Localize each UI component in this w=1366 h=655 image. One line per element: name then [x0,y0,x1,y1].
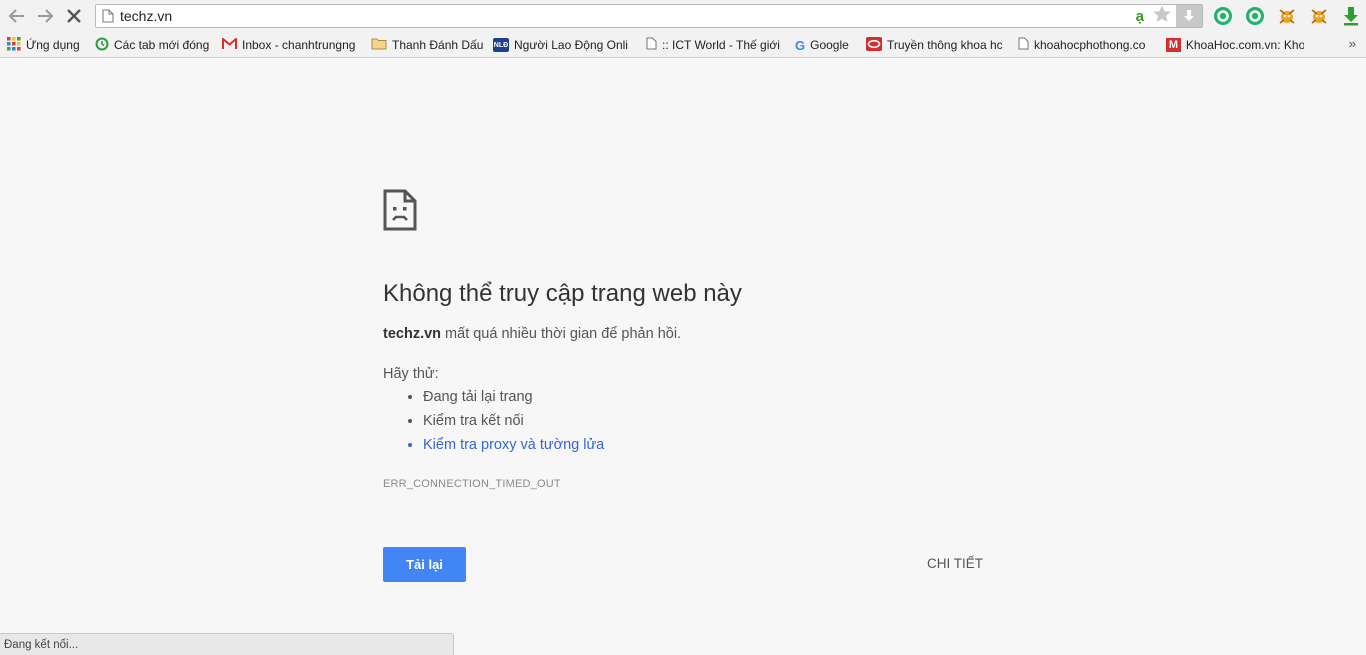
bookmark-apps[interactable]: Ứng dụng [7,36,87,54]
suggestion-list: Đang tải lại trang Kiểm tra kết nối Kiểm… [383,389,604,461]
bookmarks-bar: Ứng dụng Các tab mới đóng Inbox - chanht… [0,32,1366,58]
suggestion-check-connection: Kiểm tra kết nối [423,413,604,437]
suggestion-check-proxy-link[interactable]: Kiểm tra proxy và tường lửa [423,437,604,461]
bookmark-khoahocphothong[interactable]: khoahocphothong.co [1018,36,1154,54]
error-description: techz.vn mất quá nhiều thời gian để phản… [383,326,681,342]
error-code: ERR_CONNECTION_TIMED_OUT [383,478,561,490]
download-arrow-icon[interactable] [1340,5,1361,26]
sad-page-icon [383,189,417,236]
google-icon: G [795,37,806,53]
star-icon[interactable] [1152,4,1172,29]
suggestion-reload: Đang tải lại trang [423,389,604,413]
status-bar: Đang kết nối... [0,633,454,655]
extension-green-a2-icon[interactable] [1244,5,1265,26]
bookmark-truyen-thong[interactable]: Truyền thông khoa hc [866,36,1004,54]
page-icon [1018,37,1029,53]
error-title: Không thể truy cập trang web này [383,280,742,307]
bookmarks-overflow-button[interactable]: » [1349,36,1356,51]
gmail-icon [222,36,237,53]
history-icon [95,37,109,54]
extension-green-a-icon[interactable] [1212,5,1233,26]
bookmark-khoahoc[interactable]: M KhoaHoc.com.vn: Kho [1166,36,1304,54]
bookmark-folder[interactable]: Thanh Đánh Dấu [371,36,486,54]
nld-icon: NLĐ [493,38,509,52]
bookmark-google[interactable]: G Google [795,36,857,54]
back-arrow-icon[interactable] [7,6,27,26]
try-label: Hãy thử: [383,366,439,382]
bookmark-nld[interactable]: NLĐ Người Lao Động Onli [493,36,631,54]
extension-bug2-icon[interactable] [1308,5,1329,26]
error-message: mất quá nhiều thời gian để phản hồi. [445,326,682,342]
folder-icon [371,37,387,53]
khoahoc-icon: M [1166,38,1181,52]
bookmark-gmail[interactable]: Inbox - chanhtrungng [222,36,360,54]
url-text[interactable]: techz.vn [120,8,172,24]
stop-loading-icon[interactable] [64,6,84,26]
error-host: techz.vn [383,326,442,342]
input-method-indicator[interactable]: ạ [1136,8,1144,25]
download-icon[interactable] [1176,5,1202,27]
reload-button[interactable]: Tải lại [383,547,466,582]
page-icon [102,9,114,28]
details-button[interactable]: CHI TIẾT [915,556,995,571]
apps-grid-icon [7,36,21,54]
browser-toolbar: techz.vn ạ [0,0,1366,32]
bookmark-recent-tabs[interactable]: Các tab mới đóng [95,36,215,54]
red-site-icon [866,36,882,54]
forward-arrow-icon[interactable] [35,6,55,26]
extension-bug-icon[interactable] [1276,5,1297,26]
bookmark-ict-world[interactable]: :: ICT World - Thế giới [646,36,780,54]
address-bar[interactable]: techz.vn ạ [95,4,1203,28]
page-icon [646,37,657,53]
